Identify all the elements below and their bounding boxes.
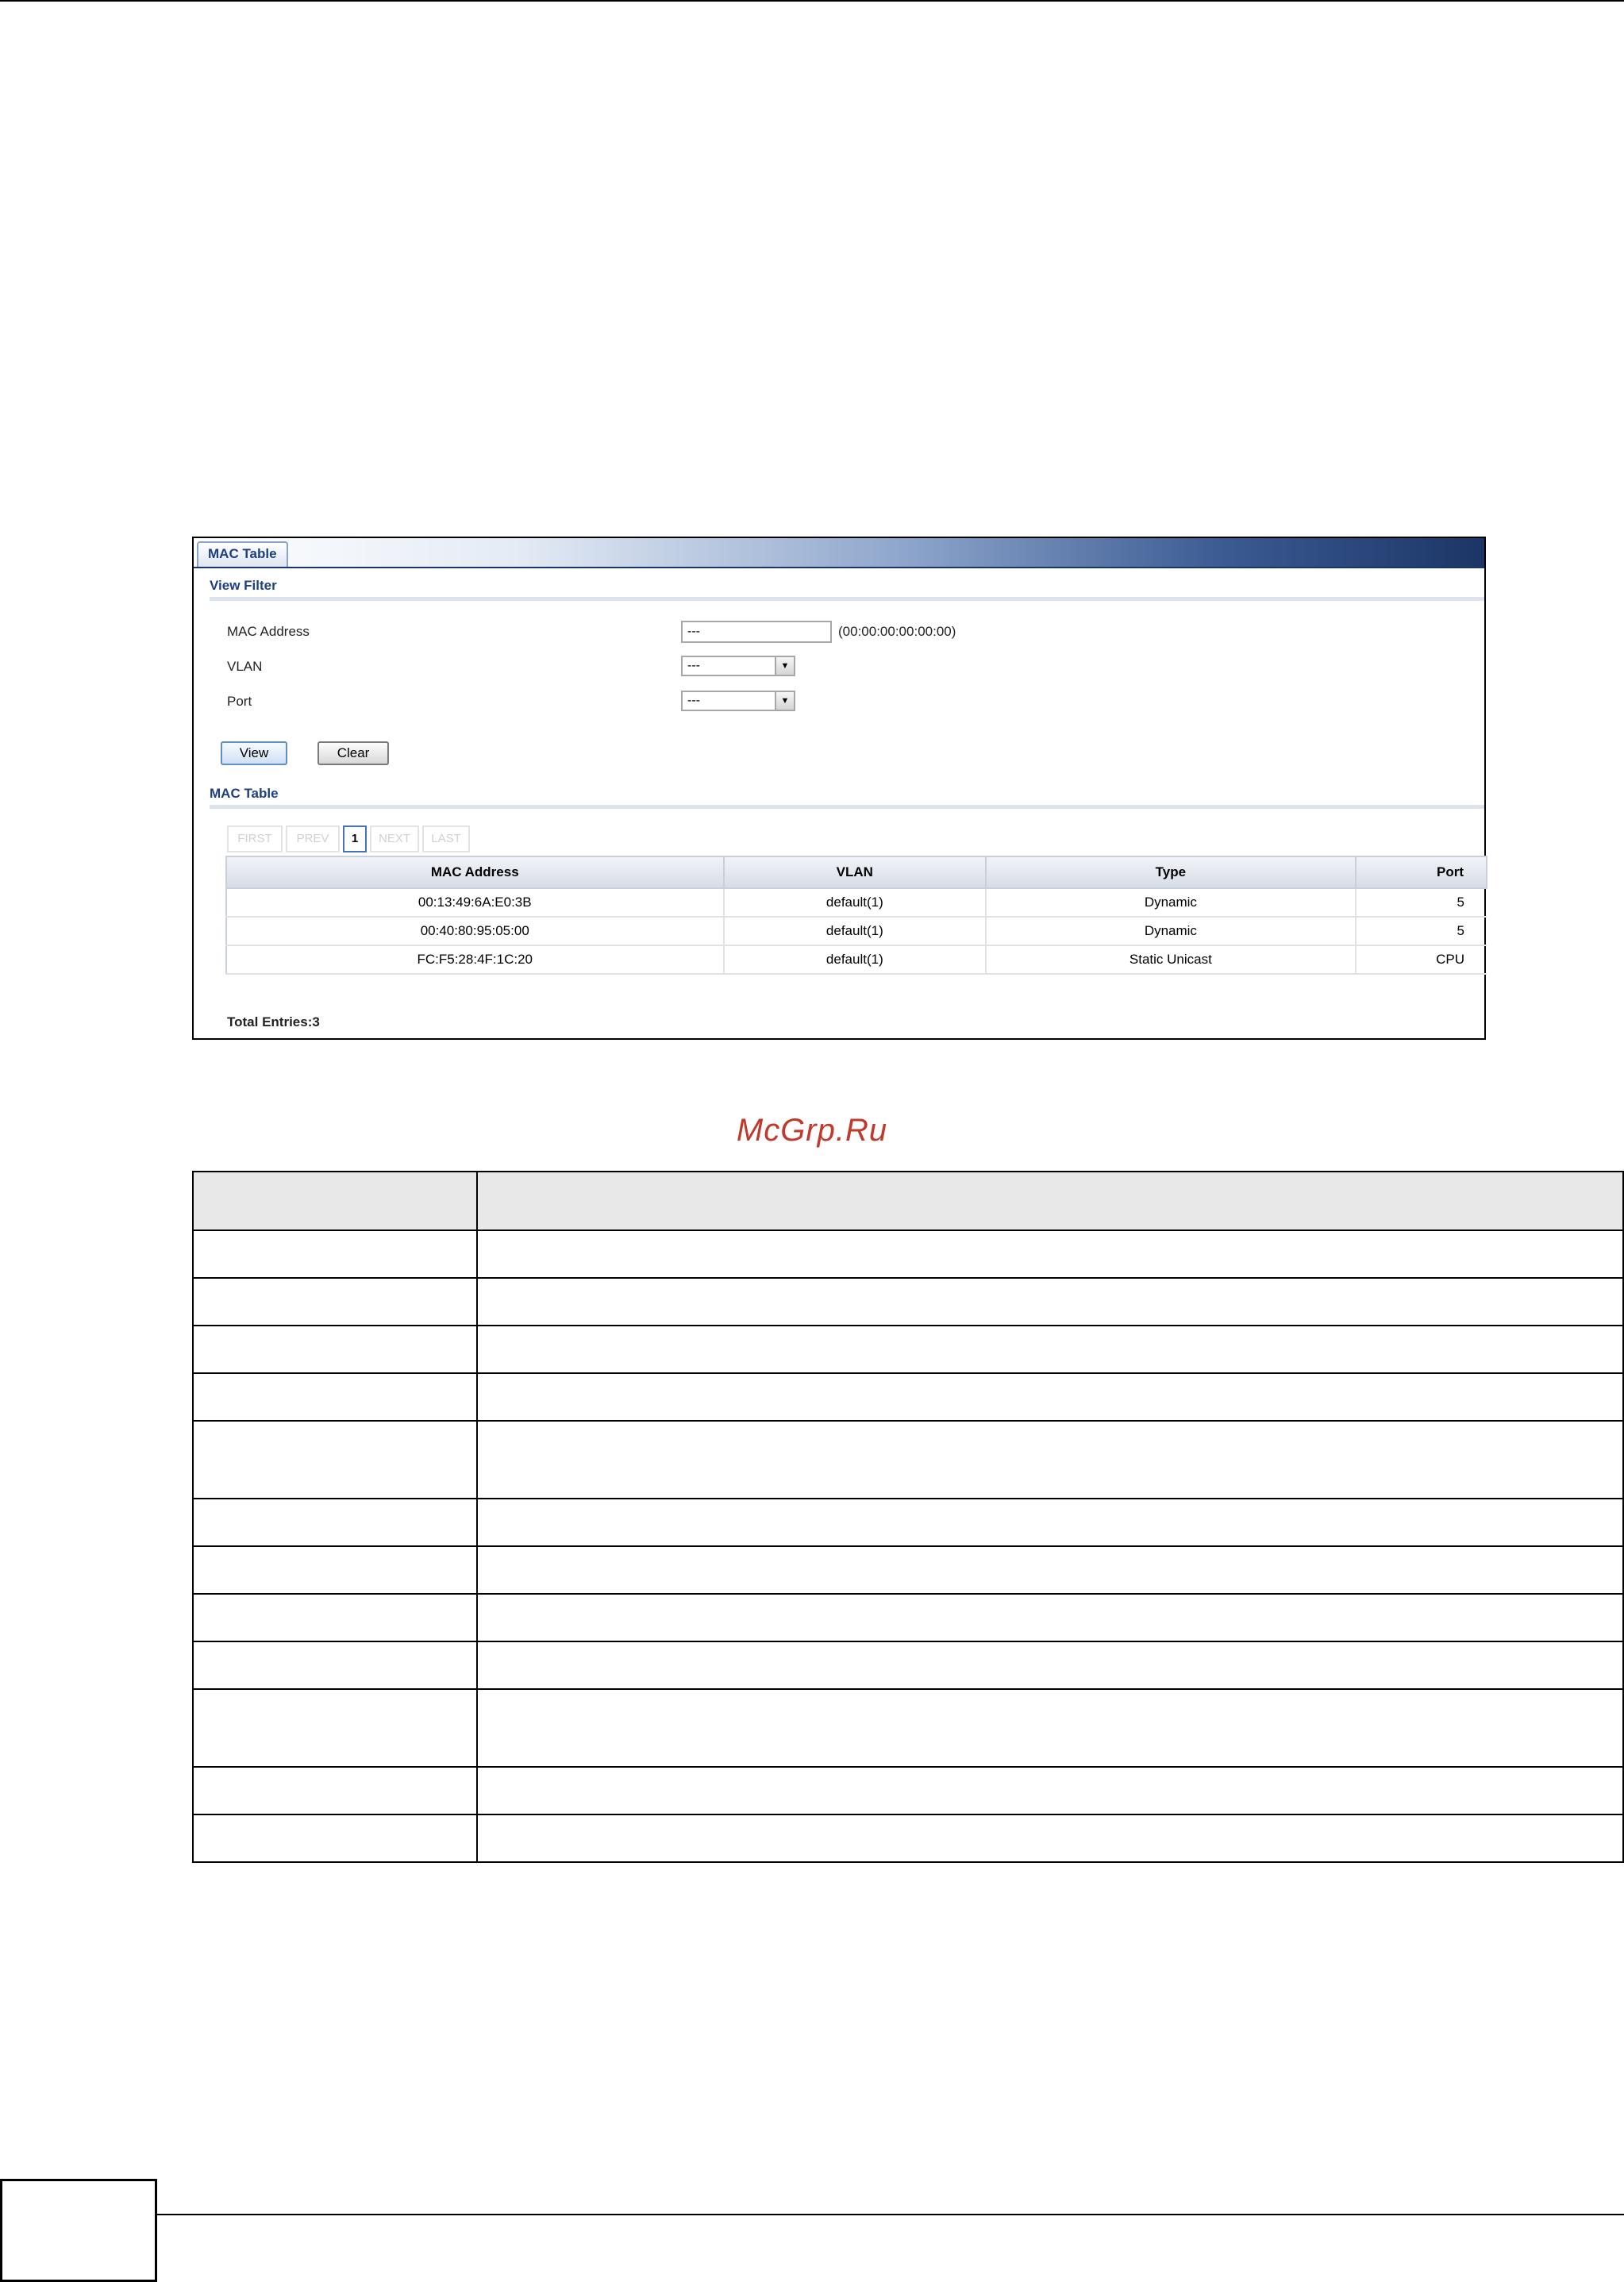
top-rule: [0, 0, 1624, 2]
title-bar: MAC Table: [194, 538, 1484, 568]
cell-port: 5: [1354, 888, 1487, 918]
description-row: [192, 1593, 1624, 1642]
mac-address-label: MAC Address: [227, 624, 310, 639]
mac-table-divider: [210, 805, 1484, 809]
pager-prev[interactable]: PREV: [286, 825, 340, 852]
cell-mac-address: 00:40:80:95:05:00: [225, 917, 724, 946]
description-table: [192, 1171, 1624, 1863]
pager-next[interactable]: NEXT: [370, 825, 419, 852]
port-select-value: ---: [687, 694, 700, 707]
port-select[interactable]: --- ▼: [681, 691, 795, 711]
cell-type: Dynamic: [985, 917, 1356, 946]
description-row: [192, 1325, 1624, 1374]
table-header-row: MAC Address VLAN Type Port: [225, 856, 1488, 889]
chevron-down-icon[interactable]: ▼: [775, 657, 794, 675]
vlan-label: VLAN: [227, 659, 263, 674]
table-row: 00:40:80:95:05:00 default(1) Dynamic 5: [225, 917, 1487, 946]
column-header-mac-address[interactable]: MAC Address: [225, 856, 725, 889]
total-entries: Total Entries:3: [227, 1014, 320, 1029]
mac-table-title: MAC Table: [210, 786, 279, 801]
page-number-box: [0, 2179, 157, 2282]
pager-last[interactable]: LAST: [422, 825, 470, 852]
chevron-down-icon[interactable]: ▼: [775, 692, 794, 710]
view-filter-title: View Filter: [210, 578, 277, 593]
vlan-select[interactable]: --- ▼: [681, 656, 795, 676]
description-row: [192, 1372, 1624, 1422]
cell-vlan: default(1): [722, 888, 987, 918]
description-row: [192, 1814, 1624, 1863]
cell-type: Dynamic: [985, 888, 1356, 918]
watermark: McGrp.Ru: [736, 1113, 888, 1148]
header-cell-label: [192, 1171, 478, 1231]
cell-port: 5: [1354, 917, 1487, 946]
footer-rule: [156, 2214, 1624, 2215]
view-button[interactable]: View: [221, 741, 287, 765]
cell-vlan: default(1): [722, 945, 987, 975]
description-table-header: [192, 1171, 1624, 1231]
mac-address-format-hint: (00:00:00:00:00:00): [838, 624, 956, 639]
description-row: [192, 1498, 1624, 1547]
cell-vlan: default(1): [722, 917, 987, 946]
mac-address-table: MAC Address VLAN Type Port 00:13:49:6A:E…: [225, 856, 1488, 975]
description-row: [192, 1766, 1624, 1815]
table-row: FC:F5:28:4F:1C:20 default(1) Static Unic…: [225, 945, 1487, 975]
vlan-select-value: ---: [687, 659, 700, 672]
description-row: [192, 1641, 1624, 1690]
description-row: [192, 1688, 1624, 1768]
mac-address-input[interactable]: [681, 621, 832, 643]
view-filter-divider: [210, 597, 1484, 601]
description-row: [192, 1230, 1624, 1279]
cell-mac-address: 00:13:49:6A:E0:3B: [225, 888, 724, 918]
mac-table-screenshot: MAC Table View Filter MAC Address (00:00…: [192, 537, 1488, 1040]
column-header-type[interactable]: Type: [985, 856, 1357, 889]
description-row: [192, 1545, 1624, 1595]
cell-mac-address: FC:F5:28:4F:1C:20: [225, 945, 724, 975]
description-row: [192, 1277, 1624, 1326]
column-header-port[interactable]: Port: [1354, 856, 1488, 889]
pager-first[interactable]: FIRST: [227, 825, 283, 852]
column-header-vlan[interactable]: VLAN: [722, 856, 987, 889]
table-row: 00:13:49:6A:E0:3B default(1) Dynamic 5: [225, 888, 1487, 918]
cell-port: CPU: [1354, 945, 1487, 975]
header-cell-description: [476, 1171, 1624, 1231]
description-row: [192, 1420, 1624, 1499]
port-label: Port: [227, 694, 252, 709]
clear-button[interactable]: Clear: [317, 741, 389, 765]
tab-mac-table[interactable]: MAC Table: [197, 541, 288, 567]
pager-current-page[interactable]: 1: [343, 825, 367, 852]
cell-type: Static Unicast: [985, 945, 1356, 975]
